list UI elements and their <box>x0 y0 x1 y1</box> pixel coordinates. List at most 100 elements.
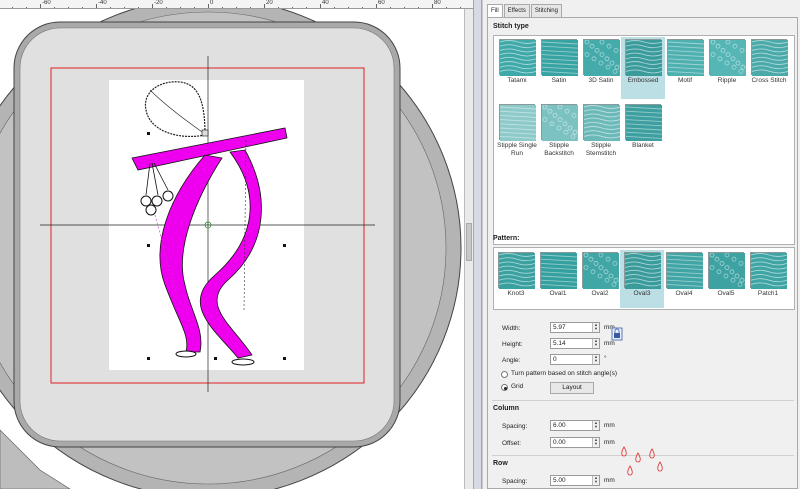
pattern-oval3[interactable]: Oval3 <box>620 250 664 308</box>
stitch-type-swatch-icon <box>541 104 583 141</box>
stitch-type-embossed[interactable]: Embossed <box>621 37 665 99</box>
column-offset-row: Offset: <box>502 437 551 449</box>
stitch-type-label: Embossed <box>627 77 659 84</box>
tab-fill[interactable]: Fill <box>487 4 503 18</box>
stitch-type-label: Stipple Stemstitch <box>585 142 617 157</box>
column-offset-input[interactable]: 0.00 ▲ ▼ <box>550 437 600 448</box>
grid-label: Grid <box>511 383 524 390</box>
berry <box>145 204 157 216</box>
ruler-label: 0 <box>210 0 214 6</box>
column-spacing-value: 6.00 <box>553 422 566 429</box>
stitch-type-stipple-stemstitch[interactable]: Stipple Stemstitch <box>579 102 623 174</box>
height-input[interactable]: 5.14 ▲ ▼ <box>550 338 600 349</box>
stitch-type-motif[interactable]: Motif <box>663 37 707 99</box>
column-spacing-spinner[interactable]: ▲ ▼ <box>592 421 599 430</box>
canvas-vertical-scrollbar[interactable] <box>464 9 473 489</box>
row-spacing-row: Spacing: <box>502 475 551 487</box>
stitch-type-ripple[interactable]: Ripple <box>705 37 751 99</box>
selection-handle <box>147 244 150 247</box>
selection-handle <box>283 244 286 247</box>
ruler-label: 20 <box>266 0 273 6</box>
angle-label: Angle: <box>502 356 521 364</box>
selection-handle <box>214 357 217 360</box>
pattern-oval1[interactable]: Oval1 <box>536 250 580 308</box>
width-value: 5.97 <box>553 324 566 331</box>
pattern-swatch-icon <box>666 252 704 289</box>
stitch-type-tatami[interactable]: Tatami <box>495 37 539 99</box>
height-value: 5.14 <box>553 340 566 347</box>
column-offset-value: 0.00 <box>553 439 566 446</box>
pattern-label: Oval3 <box>633 290 651 297</box>
stitch-type-stipple-backstitch[interactable]: Stipple Backstitch <box>537 102 583 174</box>
stitch-type-gallery: Tatami Satin 3D Satin Embossed Motif Ripple Cr… <box>493 35 795 245</box>
stitch-type-stipple-single-run[interactable]: Stipple Single Run <box>495 102 539 174</box>
pattern-oval2[interactable]: Oval2 <box>578 250 624 308</box>
width-label: Width: <box>502 324 521 332</box>
stitch-type-blanket[interactable]: Blanket <box>621 102 665 174</box>
row-spacing-spinner[interactable]: ▲ ▼ <box>592 476 599 485</box>
foot-oval <box>231 358 255 366</box>
grid-radio[interactable] <box>501 384 508 391</box>
tab-stitching[interactable]: Stitching <box>530 4 562 17</box>
column-heading: Column <box>493 405 520 412</box>
column-offset-spinner[interactable]: ▲ ▼ <box>592 438 599 447</box>
pattern-label: Oval4 <box>675 290 693 297</box>
berry <box>151 195 163 207</box>
selection-handle <box>147 357 150 360</box>
pattern-swatch-icon <box>624 252 662 289</box>
pattern-heading: Pattern: <box>493 235 520 242</box>
column-spacing-row: Spacing: <box>502 420 551 432</box>
pattern-label: Patch1 <box>757 290 779 297</box>
selection-handle <box>283 357 286 360</box>
row-spacing-value: 5.00 <box>553 477 566 484</box>
angle-spinner[interactable]: ▲ ▼ <box>592 355 599 364</box>
panel-splitter[interactable] <box>473 0 482 489</box>
design-canvas[interactable]: -80-60-40-20020406080 <box>0 0 473 489</box>
height-row: Height: <box>502 338 551 350</box>
angle-row: Angle: <box>502 354 551 366</box>
stitch-type-swatch-icon <box>625 104 663 141</box>
stitch-type-label: Motif <box>677 77 693 84</box>
stitch-type-cross-stitch[interactable]: Cross Stitch <box>747 37 791 99</box>
column-spacing-input[interactable]: 6.00 ▲ ▼ <box>550 420 600 431</box>
height-spinner[interactable]: ▲ ▼ <box>592 339 599 348</box>
stitch-type-label: Tatami <box>507 77 527 84</box>
stitch-type-swatch-icon <box>709 39 751 76</box>
stitch-type-swatch-icon <box>583 104 621 141</box>
ruler-label: 40 <box>322 0 329 6</box>
angle-unit: ° <box>604 355 607 362</box>
row-spacing-input[interactable]: 5.00 ▲ ▼ <box>550 475 600 486</box>
row-spacing-unit: mm <box>604 477 615 484</box>
foot-oval <box>175 350 197 358</box>
layout-preview-icon <box>621 446 663 476</box>
pattern-patch1[interactable]: Patch1 <box>746 250 790 308</box>
stitch-type-swatch-icon <box>541 39 579 76</box>
berry <box>162 190 174 202</box>
column-offset-unit: mm <box>604 439 615 446</box>
selection-handle <box>147 132 150 135</box>
stitch-type-label: 3D Satin <box>588 77 614 84</box>
fill-tab-body: Stitch type Tatami Satin 3D Satin Embossed M… <box>487 17 798 489</box>
tab-effects[interactable]: Effects <box>503 4 530 17</box>
layout-button[interactable]: Layout <box>550 382 594 394</box>
stitch-type-3d-satin[interactable]: 3D Satin <box>579 37 625 99</box>
stitch-type-label: Ripple <box>717 77 737 84</box>
scrollbar-thumb[interactable] <box>466 223 472 261</box>
pattern-swatch-icon <box>750 252 788 289</box>
turn-pattern-radio[interactable] <box>501 371 508 378</box>
berry <box>140 195 152 207</box>
lock-proportions-icon[interactable] <box>611 327 623 341</box>
ruler-label: -60 <box>42 0 51 6</box>
object-properties-panel: Fill Effects Stitching Stitch type Tatam… <box>482 0 800 489</box>
pattern-swatch-icon <box>708 252 750 289</box>
stitch-type-swatch-icon <box>499 104 537 141</box>
stitch-type-label: Stipple Backstitch <box>544 142 574 157</box>
stitch-type-satin[interactable]: Satin <box>537 37 581 99</box>
pattern-oval5[interactable]: Oval5 <box>704 250 750 308</box>
stitch-type-swatch-icon <box>499 39 537 76</box>
width-spinner[interactable]: ▲ ▼ <box>592 323 599 332</box>
width-input[interactable]: 5.97 ▲ ▼ <box>550 322 600 333</box>
pattern-knot3[interactable]: Knot3 <box>494 250 538 308</box>
angle-input[interactable]: 0 ▲ ▼ <box>550 354 600 365</box>
pattern-oval4[interactable]: Oval4 <box>662 250 706 308</box>
